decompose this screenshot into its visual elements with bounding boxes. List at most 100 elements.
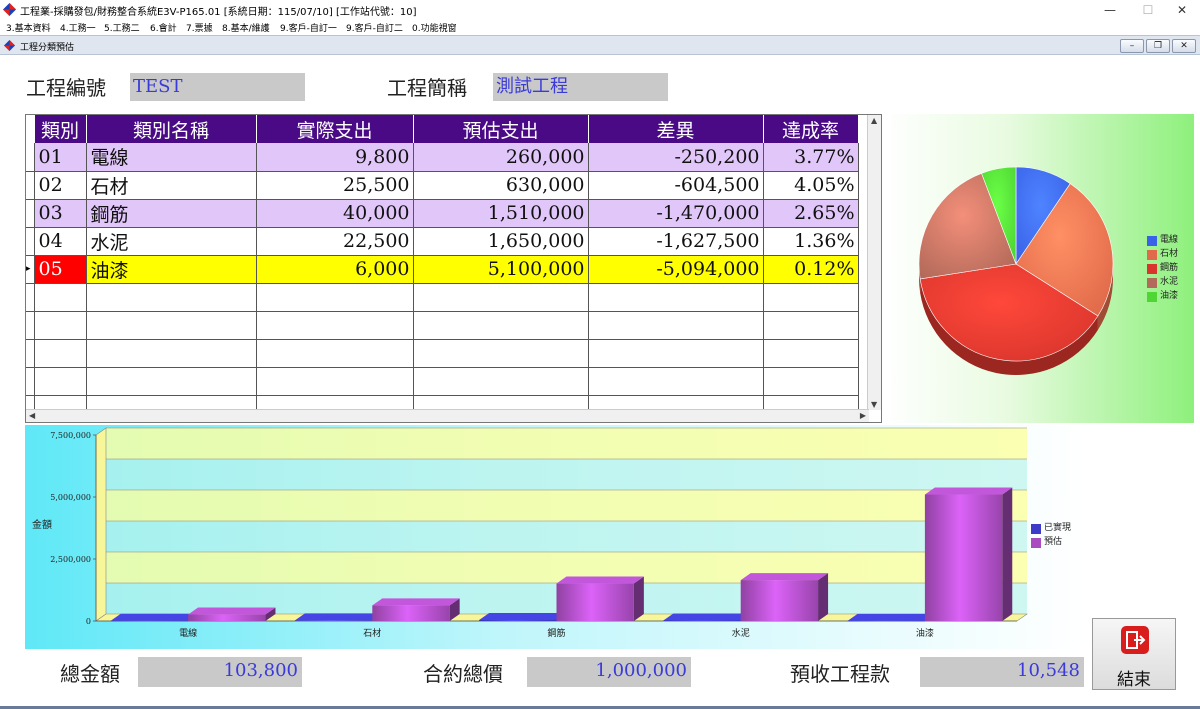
cell-actual-expense[interactable]: 22,500 [256, 227, 414, 256]
cell-achievement-rate[interactable]: 4.05% [763, 171, 859, 200]
cell-estimated-expense[interactable]: 1,510,000 [413, 199, 589, 228]
cell-difference[interactable]: -1,627,500 [588, 227, 764, 256]
cell-category-code[interactable]: 04 [34, 227, 87, 256]
cell-category-name[interactable]: 石材 [86, 171, 257, 200]
cell-achievement-rate[interactable]: 2.65% [763, 199, 859, 228]
menu-item-bills[interactable]: 7.票據 [186, 21, 213, 34]
cell-category-name[interactable]: 油漆 [86, 255, 257, 284]
empty-table-row[interactable] [26, 339, 859, 368]
empty-cell[interactable] [26, 367, 35, 396]
empty-cell[interactable] [256, 339, 414, 368]
column-header-name[interactable]: 類別名稱 [86, 115, 257, 143]
menu-item-maintenance[interactable]: 8.基本/維護 [222, 21, 270, 34]
grid-vertical-scrollbar[interactable]: ▲ ▼ [867, 115, 881, 410]
scroll-right-arrow-icon[interactable]: ▶ [860, 411, 866, 420]
cell-achievement-rate[interactable]: 3.77% [763, 143, 859, 172]
table-row[interactable]: 03 鋼筋 40,000 1,510,000 -1,470,000 2.65% [26, 199, 859, 228]
cell-difference[interactable]: -604,500 [588, 171, 764, 200]
child-restore-button[interactable]: ❐ [1146, 39, 1170, 53]
empty-cell[interactable] [588, 311, 764, 340]
bar-預估-油漆[interactable] [924, 487, 1013, 621]
scroll-down-arrow-icon[interactable]: ▼ [871, 400, 877, 409]
empty-cell[interactable] [763, 283, 859, 312]
empty-cell[interactable] [86, 283, 257, 312]
table-row[interactable]: ▸ 05 油漆 6,000 5,100,000 -5,094,000 0.12% [26, 255, 859, 284]
row-indicator[interactable] [26, 171, 35, 200]
empty-cell[interactable] [26, 311, 35, 340]
empty-cell[interactable] [413, 283, 589, 312]
cell-actual-expense[interactable]: 9,800 [256, 143, 414, 172]
current-row-pointer-icon[interactable]: ▸ [26, 255, 35, 284]
bar-已實現-鋼筋[interactable] [479, 613, 567, 621]
bar-預估-石材[interactable] [372, 598, 460, 621]
row-indicator[interactable] [26, 143, 35, 172]
bar-預估-鋼筋[interactable] [556, 576, 644, 621]
cell-category-name[interactable]: 水泥 [86, 227, 257, 256]
total-amount-field[interactable]: 103,800 [138, 657, 302, 687]
empty-cell[interactable] [413, 339, 589, 368]
cell-estimated-expense[interactable]: 1,650,000 [413, 227, 589, 256]
empty-table-row[interactable] [26, 311, 859, 340]
empty-cell[interactable] [588, 339, 764, 368]
empty-cell[interactable] [588, 367, 764, 396]
table-row[interactable]: 01 電線 9,800 260,000 -250,200 3.77% [26, 143, 859, 172]
empty-cell[interactable] [256, 311, 414, 340]
child-close-button[interactable]: ✕ [1172, 39, 1196, 53]
empty-cell[interactable] [86, 311, 257, 340]
empty-cell[interactable] [34, 283, 87, 312]
cell-achievement-rate[interactable]: 1.36% [763, 227, 859, 256]
empty-cell[interactable] [26, 283, 35, 312]
cell-actual-expense[interactable]: 25,500 [256, 171, 414, 200]
empty-cell[interactable] [34, 367, 87, 396]
column-header-diff[interactable]: 差異 [588, 115, 764, 143]
cell-category-code[interactable]: 02 [34, 171, 87, 200]
empty-cell[interactable] [256, 283, 414, 312]
bar-已實現-石材[interactable] [294, 613, 383, 621]
bar-已實現-油漆[interactable] [847, 613, 935, 622]
cell-actual-expense[interactable]: 40,000 [256, 199, 414, 228]
empty-cell[interactable] [86, 367, 257, 396]
empty-cell[interactable] [34, 339, 87, 368]
empty-cell[interactable] [256, 367, 414, 396]
table-row[interactable]: 02 石材 25,500 630,000 -604,500 4.05% [26, 171, 859, 200]
cell-difference[interactable]: -1,470,000 [588, 199, 764, 228]
project-code-field[interactable]: TEST [130, 73, 305, 101]
cell-achievement-rate[interactable]: 0.12% [763, 255, 859, 284]
menu-item-basic-data[interactable]: 3.基本資料 [6, 21, 51, 34]
menu-item-custom-2[interactable]: 9.客戶-自訂二 [346, 21, 403, 34]
empty-table-row[interactable] [26, 283, 859, 312]
cell-difference[interactable]: -250,200 [588, 143, 764, 172]
column-header-estimate[interactable]: 預估支出 [413, 115, 589, 143]
menu-item-accounting[interactable]: 6.會計 [150, 21, 177, 34]
empty-cell[interactable] [34, 311, 87, 340]
cell-category-code[interactable]: 05 [34, 255, 87, 284]
bar-已實現-水泥[interactable] [663, 613, 751, 621]
cell-category-code[interactable]: 01 [34, 143, 87, 172]
cell-category-name[interactable]: 電線 [86, 143, 257, 172]
category-grid[interactable]: 類別 類別名稱 實際支出 預估支出 差異 達成率 01 電線 9,800 260,00… [25, 114, 882, 423]
cell-category-code[interactable]: 03 [34, 199, 87, 228]
cell-estimated-expense[interactable]: 260,000 [413, 143, 589, 172]
table-row[interactable]: 04 水泥 22,500 1,650,000 -1,627,500 1.36% [26, 227, 859, 256]
project-name-field[interactable]: 測試工程 [493, 73, 668, 101]
bar-已實現-電線[interactable] [110, 613, 199, 622]
cell-actual-expense[interactable]: 6,000 [256, 255, 414, 284]
cell-estimated-expense[interactable]: 630,000 [413, 171, 589, 200]
column-header-actual[interactable]: 實際支出 [256, 115, 414, 143]
empty-cell[interactable] [413, 311, 589, 340]
maximize-button[interactable]: ☐ [1130, 0, 1166, 20]
prepaid-field[interactable]: 10,548 [920, 657, 1084, 687]
column-header-code[interactable]: 類別 [34, 115, 87, 143]
scroll-up-arrow-icon[interactable]: ▲ [871, 116, 877, 125]
empty-cell[interactable] [763, 311, 859, 340]
cell-category-name[interactable]: 鋼筋 [86, 199, 257, 228]
bar-預估-水泥[interactable] [740, 573, 829, 621]
close-button[interactable]: ✕ [1164, 0, 1200, 20]
row-indicator[interactable] [26, 227, 35, 256]
empty-cell[interactable] [413, 367, 589, 396]
column-header-rate[interactable]: 達成率 [763, 115, 859, 143]
empty-cell[interactable] [588, 283, 764, 312]
minimize-button[interactable]: — [1092, 0, 1128, 20]
bar-預估-電線[interactable] [188, 607, 276, 621]
menu-item-custom-1[interactable]: 9.客戶-自訂一 [280, 21, 337, 34]
